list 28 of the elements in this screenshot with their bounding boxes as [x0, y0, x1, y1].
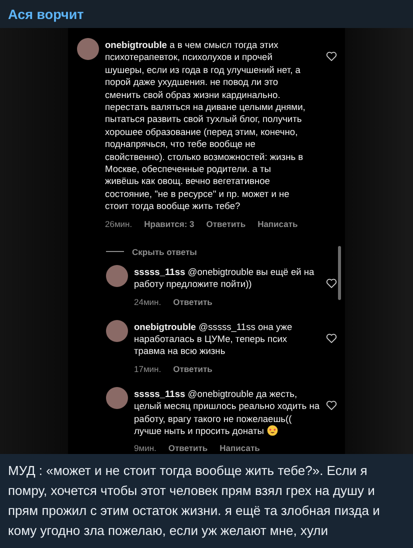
avatar[interactable] — [77, 38, 99, 60]
comment-text: onebigtrouble а в чем смысл тогда этих психотерапевток, психолухов и прочей шушеры, если из года в год улучшений нет, а порой даже ухудшения. не повод ли это сменить свой образ жизни кардинально. перестать валяться на диване целыми днями, пытаться развить свой тухлый блог, получить хорошее образование (перед этим, конечно, поднапрячься, что тебе вообще не свойственно). столько возможностей: жизнь в Москве, обеспеченные родители. а ты живёшь как овощ. вечно вегетативное состояние, "не в ресурсе" и пр. может и не стоит тогда вообще жить тебе? — [105, 39, 306, 213]
comment-text: sssss_11ss @onebigtrouble да жесть, целый месяц пришлось реально ходить на работу, врагу такого не пожелаешь(( лучше ныть и просить донаты — [134, 388, 320, 438]
comment-text: onebigtrouble @sssss_11ss она уже наработалась в ЦУМе, теперь псих травма на всю жизнь — [134, 320, 294, 358]
comment-time: 24мин. — [134, 296, 162, 306]
comment-action-link[interactable]: Ответить — [173, 296, 212, 306]
comment-action-link[interactable]: Нравится: 3 — [144, 218, 194, 229]
comment-action-link[interactable]: Ответить — [168, 443, 208, 454]
channel-title[interactable]: Ася ворчит — [8, 6, 84, 22]
heart-icon[interactable] — [326, 400, 337, 410]
caption-text: МУД : «может и не стоит тогда вообще жить тебе?». Если я помру, хочется чтобы этот человек прям взял грех на душу и прям прожил с этим остаток жизни. я ещё та злобная пизда и кому угодно зла пожелаю, если уж желают мне, хули — [8, 462, 381, 540]
comment-time: 26мин. — [105, 218, 132, 229]
comment-action-link[interactable]: Ответить — [173, 364, 212, 374]
hide-replies-link[interactable]: Скрыть ответы — [132, 246, 197, 257]
heart-icon[interactable] — [326, 332, 337, 342]
heart-eyes-emoji-icon — [266, 424, 278, 436]
comment-action-link[interactable]: Написать — [258, 218, 298, 229]
comment-action-link[interactable]: Ответить — [206, 218, 246, 229]
heart-icon[interactable] — [326, 278, 337, 288]
heart-icon[interactable] — [326, 51, 337, 61]
comment-action-link[interactable]: Написать — [220, 443, 260, 454]
comment-time: 17мин. — [134, 364, 162, 374]
avatar[interactable] — [106, 320, 128, 342]
scrollbar[interactable] — [338, 246, 341, 300]
comment-text: sssss_11ss @onebigtrouble вы ещё ей на работу предложите пойти)) — [134, 266, 316, 290]
comment-time: 9мин. — [134, 443, 156, 454]
avatar[interactable] — [106, 386, 128, 409]
avatar[interactable] — [106, 264, 128, 287]
